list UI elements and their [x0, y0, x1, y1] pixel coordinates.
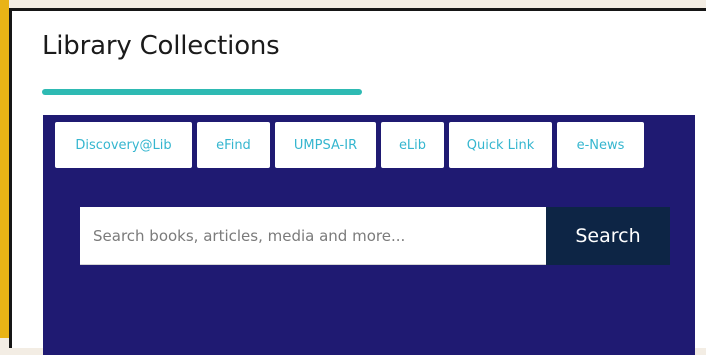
search-input[interactable] — [80, 207, 546, 265]
page-title: Library Collections — [42, 31, 280, 61]
tab-discovery-lib[interactable]: Discovery@Lib — [55, 122, 192, 168]
collection-tabs: Discovery@Lib eFind UMPSA-IR eLib Quick … — [55, 122, 644, 168]
library-collections-card: Library Collections Discovery@Lib eFind … — [9, 8, 706, 355]
title-underline — [42, 89, 362, 95]
tab-e-news[interactable]: e-News — [557, 122, 644, 168]
search-panel: Discovery@Lib eFind UMPSA-IR eLib Quick … — [43, 115, 695, 355]
tab-elib[interactable]: eLib — [381, 122, 444, 168]
search-button[interactable]: Search — [546, 207, 670, 265]
left-accent-bar — [0, 0, 9, 338]
search-bar: Search — [80, 207, 670, 265]
tab-umpsa-ir[interactable]: UMPSA-IR — [275, 122, 376, 168]
tab-quick-link[interactable]: Quick Link — [449, 122, 552, 168]
tab-efind[interactable]: eFind — [197, 122, 270, 168]
